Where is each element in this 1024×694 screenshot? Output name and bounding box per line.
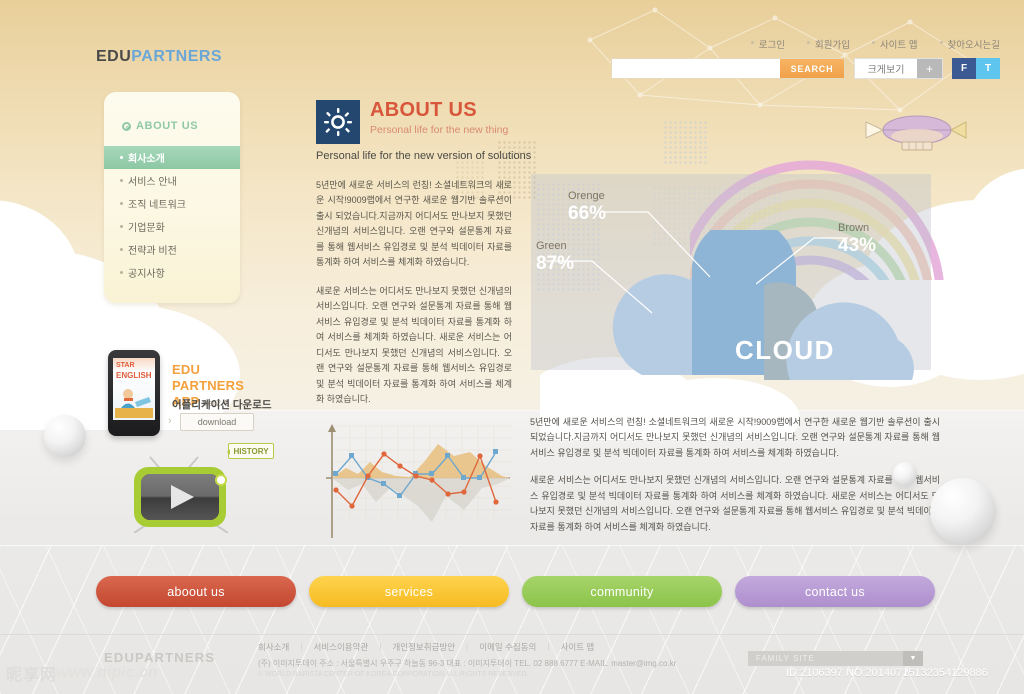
app-title-line2: PARTNERS [172,377,245,393]
page-subtitle: Personal life for the new thing [370,124,509,136]
twitter-icon[interactable]: T [976,58,1000,79]
topnav-item-sitemap[interactable]: 사이트 맵 [871,37,918,51]
footer-links: 회사소개 | 서비스이용약관 | 개인정보취급방안 | 이메일 수집동의 | 사… [258,641,594,653]
bottom-button-row: aboout us services community contact us [96,576,935,607]
airship-icon [865,115,967,151]
footer-separator: | [547,641,550,651]
watermark-cjk: 昵享网 [6,667,58,684]
sidebar: ABOUT US 회사소개 서비스 안내 조직 네트워크 기업문화 전략과 비전… [104,92,240,303]
page-lead-text: Personal life for the new version of sol… [316,150,532,162]
search-button[interactable]: SEARCH [780,59,844,78]
phone-label-star: STAR [116,362,135,369]
chevron-down-icon[interactable]: ▼ [903,651,923,666]
left-paragraph-1: 5년만에 새로운 서비스의 런칭! 소셜네트워크의 새로운 시작!9009랩에서… [316,180,512,268]
right-paragraph-2: 새로운 서비스는 어디서도 만나보지 못했던 신개념의 서비스입니다. 오랜 연… [530,475,940,532]
app-promo-korean: 어플리케이션 다운로드 [172,399,272,411]
footer-link-terms[interactable]: 서비스이용약관 [314,641,369,653]
top-utility-nav: 로그인 회원가입 사이트 맵 찾아오시는길 [750,37,1000,51]
logo-edu: EDU [96,48,132,65]
bottom-button-community[interactable]: community [522,576,722,607]
facebook-icon[interactable]: F [952,58,976,79]
sidebar-item-vision[interactable]: 전략과 비전 [104,238,240,261]
footer-link-sitemap[interactable]: 사이트 맵 [561,641,595,653]
footer-copyright: © WORLD BARISTA CENTER OF KOREA CORPORAT… [258,671,529,678]
sidebar-title: ABOUT US [104,92,240,132]
footer-link-company[interactable]: 회사소개 [258,641,289,653]
search-box: SEARCH [611,58,845,79]
footer-link-email-consent[interactable]: 이메일 수집동의 [479,641,536,653]
left-paragraph-2: 새로운 서비스는 어디서도 만나보지 못했던 신개념의 서비스입니다. 오랜 연… [316,285,512,405]
phone-illustration [115,389,153,418]
stat-green-label: Green [536,240,567,252]
video-player-tv[interactable] [128,455,236,533]
stat-brown-label: Brown [838,222,870,234]
sidebar-item-services[interactable]: 서비스 안내 [104,169,240,192]
chevron-right-icon: › [168,415,172,427]
sidebar-item-network[interactable]: 조직 네트워크 [104,192,240,215]
site-logo[interactable]: EDUPARTNERS [96,48,222,66]
family-site-select[interactable]: FAMILY SITE ▼ [748,651,923,666]
bottom-button-services[interactable]: services [309,576,509,607]
search-input[interactable] [612,59,780,78]
footer-link-privacy[interactable]: 개인정보취급방안 [392,641,455,653]
download-button[interactable]: download [180,413,254,431]
text-size-control: 크게보기 + [854,58,943,79]
sun-icon [316,100,360,144]
sphere-decoration-1 [44,415,86,457]
right-body-text: 5년만에 새로운 서비스의 런칭! 소셜네트워크의 새로운 시작!9009랩에서… [530,415,940,535]
footer-address: (주) 이미지투데이 주소 : 서울특별시 우주구 하늘동 96-3 대표 : … [258,659,677,668]
stat-green-leader-line [546,260,653,314]
sidebar-title-text: ABOUT US [136,120,199,132]
left-body-text: 5년만에 새로운 서비스의 런칭! 소셜네트워크의 새로운 시작!9009랩에서… [316,178,512,408]
header-toolbar: SEARCH 크게보기 + F T [611,58,1000,79]
phone-mockup: STAR ENGLISH [108,350,160,436]
sphere-decoration-2 [930,478,996,544]
stat-brown-leader-line [756,237,848,285]
stat-orenge-label: Orenge [568,190,605,202]
footer-separator: | [466,641,469,651]
sidebar-item-notice[interactable]: 공지사항 [104,261,240,284]
family-site-label: FAMILY SITE [756,654,815,663]
page-root: EDUPARTNERS 로그인 회원가입 사이트 맵 찾아오시는길 SEARCH… [0,0,1024,694]
text-size-increase-button[interactable]: + [917,59,942,78]
divider-line-1 [0,545,1024,546]
sidebar-item-culture[interactable]: 기업문화 [104,215,240,238]
stat-orenge: Orenge 66% [568,190,606,225]
sidebar-menu: 회사소개 서비스 안내 조직 네트워크 기업문화 전략과 비전 공지사항 [104,146,240,284]
text-size-label: 크게보기 [867,65,905,76]
sphere-decoration-3 [893,462,917,486]
app-title-line1: EDU [172,362,201,377]
social-links: F T [952,58,1000,79]
cloud-headline: CLOUD [735,335,835,365]
footer-separator: | [300,641,303,651]
bottom-button-about[interactable]: aboout us [96,576,296,607]
history-tooltip[interactable]: HISTORY [227,443,274,459]
footer-separator: | [379,641,382,651]
watermark-id: ID:2106397 NO:20140715132354129886 [786,667,988,679]
chart-area-grey [332,478,510,522]
phone-screen: STAR ENGLISH [113,358,155,420]
footer-logo: EDUPARTNERS [104,650,216,665]
sidebar-item-company[interactable]: 회사소개 [104,146,240,169]
page-title: ABOUT US [370,99,477,121]
topnav-item-directions[interactable]: 찾아오시는길 [939,37,1000,51]
topnav-item-signup[interactable]: 회원가입 [806,37,850,51]
right-paragraph-1: 5년만에 새로운 서비스의 런칭! 소셜네트워크의 새로운 시작!9009랩에서… [530,417,940,458]
logo-partners: PARTNERS [131,48,223,65]
phone-label-english: ENGLISH [116,371,152,380]
footer-divider [0,634,1024,635]
target-ring-icon [122,121,131,131]
topnav-item-login[interactable]: 로그인 [750,37,785,51]
trend-chart [326,424,512,538]
watermark-site: www.nipic.cn [56,664,158,681]
bottom-button-contact[interactable]: contact us [735,576,935,607]
stat-orenge-value: 66% [568,203,607,224]
